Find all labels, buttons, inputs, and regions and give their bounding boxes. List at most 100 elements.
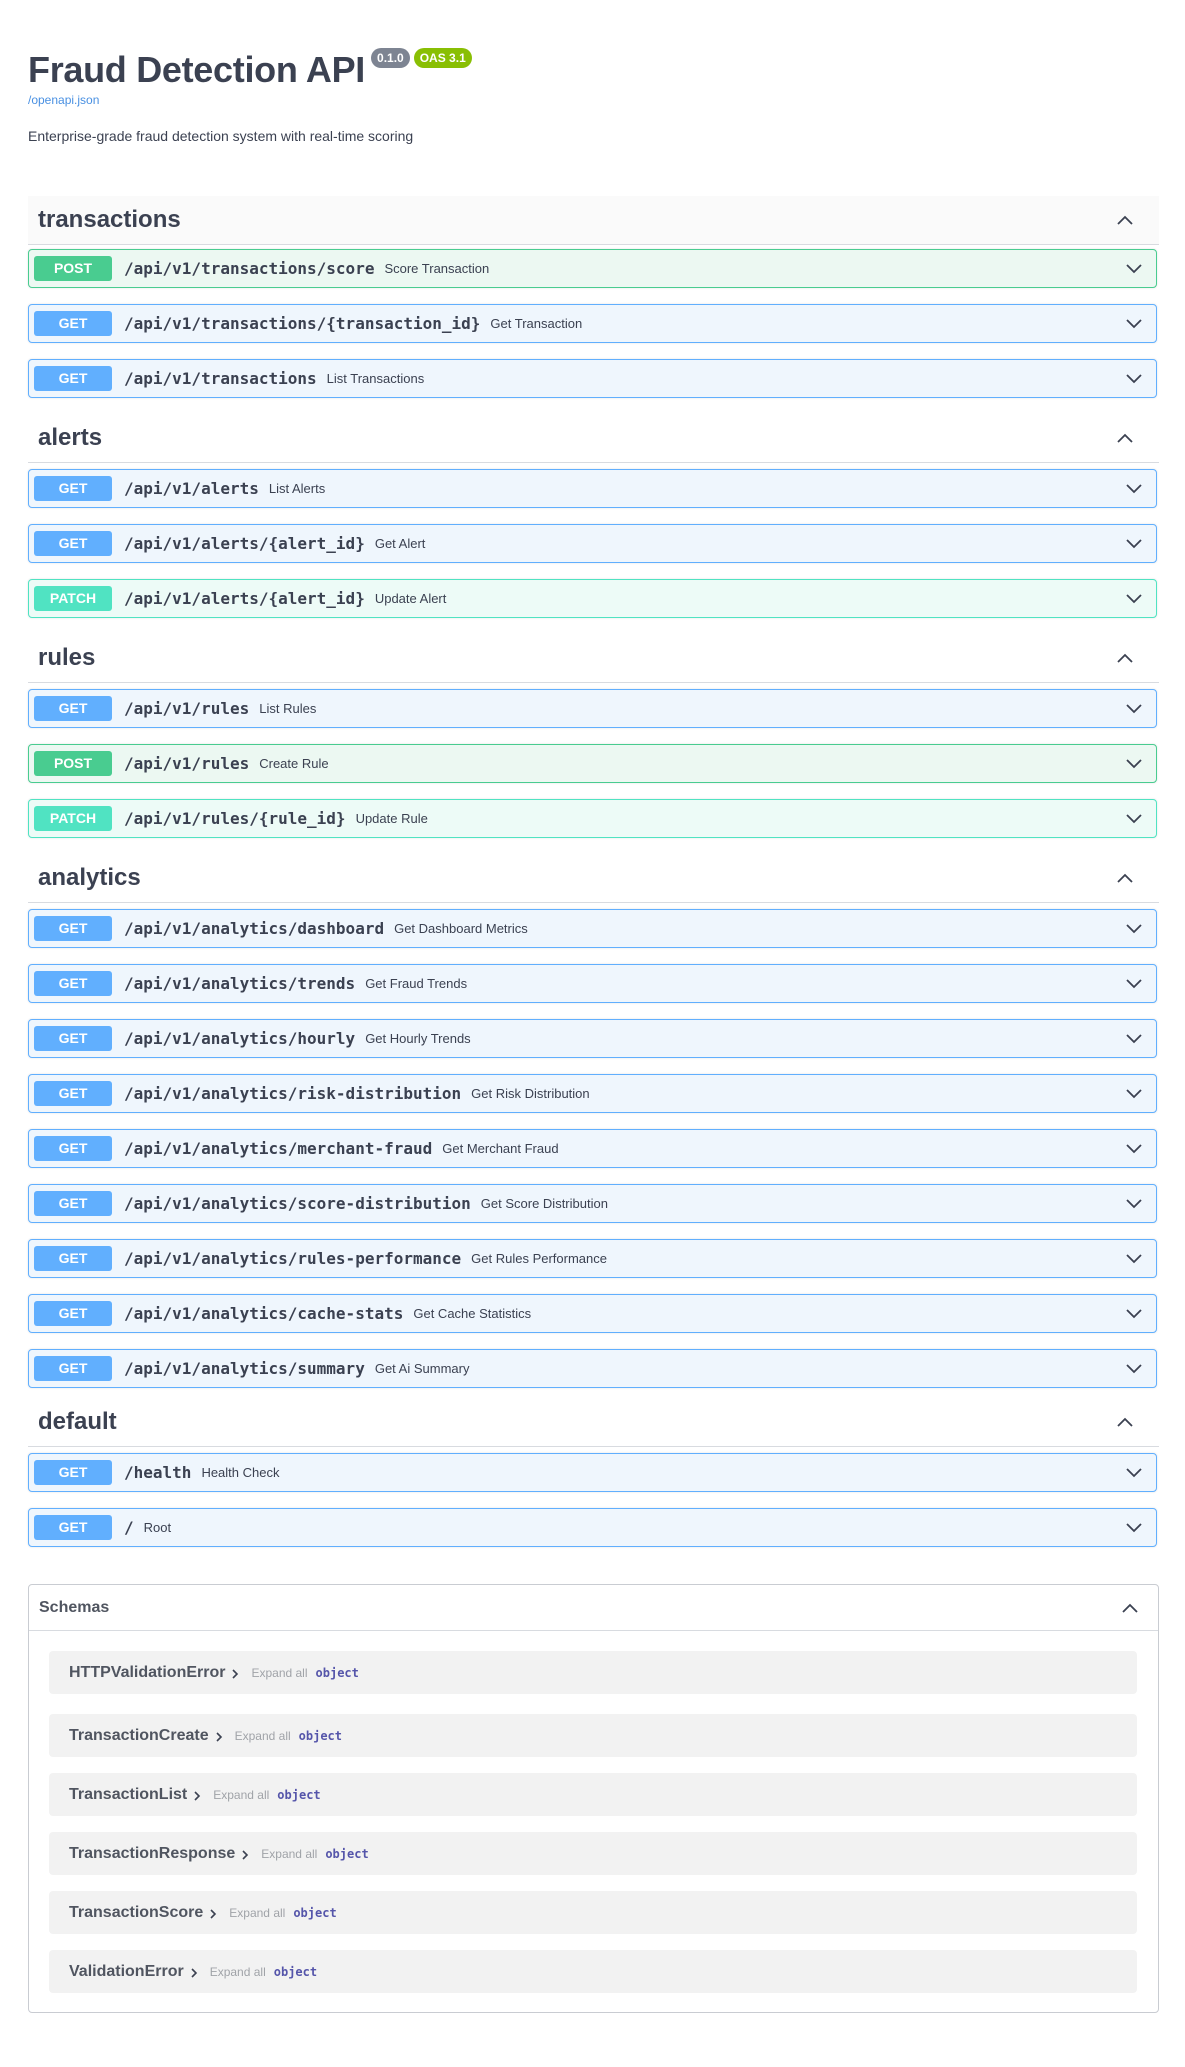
schema-model[interactable]: HTTPValidationError Expand all object bbox=[49, 1651, 1137, 1694]
operation-get-cache-statistics[interactable]: GET /api/v1/analytics/cache-stats Get Ca… bbox=[28, 1294, 1157, 1333]
method-badge: PATCH bbox=[34, 586, 112, 611]
operation-get-hourly-trends[interactable]: GET /api/v1/analytics/hourly Get Hourly … bbox=[28, 1019, 1157, 1058]
tag-default[interactable]: default bbox=[28, 1398, 1159, 1447]
schema-type: object bbox=[298, 1728, 343, 1743]
schema-model[interactable]: TransactionCreate Expand all object bbox=[49, 1714, 1137, 1757]
operation-health-check[interactable]: GET /health Health Check bbox=[28, 1453, 1157, 1492]
chevron-down-icon[interactable] bbox=[1124, 589, 1144, 609]
operation-path: /api/v1/analytics/rules-performance bbox=[124, 1249, 462, 1268]
schema-name: TransactionCreate bbox=[69, 1726, 209, 1744]
tag-name: default bbox=[38, 1408, 117, 1435]
operation-get-dashboard-metrics[interactable]: GET /api/v1/analytics/dashboard Get Dash… bbox=[28, 909, 1157, 948]
operation-update-rule[interactable]: PATCH /api/v1/rules/{rule_id} Update Rul… bbox=[28, 799, 1157, 838]
chevron-down-icon[interactable] bbox=[1124, 699, 1144, 719]
schema-type: object bbox=[273, 1964, 318, 1979]
chevron-down-icon[interactable] bbox=[1124, 369, 1144, 389]
chevron-down-icon[interactable] bbox=[1124, 1304, 1144, 1324]
chevron-down-icon[interactable] bbox=[1124, 809, 1144, 829]
chevron-up-icon bbox=[1117, 653, 1133, 663]
tag-name: alerts bbox=[38, 424, 103, 451]
version-badge: 0.1.0 bbox=[371, 48, 410, 68]
method-badge: GET bbox=[34, 1136, 112, 1161]
operation-create-rule[interactable]: POST /api/v1/rules Create Rule bbox=[28, 744, 1157, 783]
method-badge: GET bbox=[34, 531, 112, 556]
operation-summary: Health Check bbox=[201, 1465, 280, 1480]
operation-summary: Get Score Distribution bbox=[480, 1196, 608, 1211]
chevron-down-icon[interactable] bbox=[1124, 1194, 1144, 1214]
operation-get-merchant-fraud[interactable]: GET /api/v1/analytics/merchant-fraud Get… bbox=[28, 1129, 1157, 1168]
chevron-up-icon bbox=[1117, 873, 1133, 883]
operation-summary: Get Merchant Fraud bbox=[442, 1141, 559, 1156]
operation-summary: Get Transaction bbox=[490, 316, 583, 331]
schema-model[interactable]: ValidationError Expand all object bbox=[49, 1950, 1137, 1993]
tag-transactions[interactable]: transactions bbox=[28, 196, 1159, 245]
method-badge: GET bbox=[34, 1081, 112, 1106]
chevron-down-icon[interactable] bbox=[1124, 1463, 1144, 1483]
schema-model[interactable]: TransactionScore Expand all object bbox=[49, 1891, 1137, 1934]
operation-get-fraud-trends[interactable]: GET /api/v1/analytics/trends Get Fraud T… bbox=[28, 964, 1157, 1003]
chevron-down-icon[interactable] bbox=[1124, 919, 1144, 939]
method-badge: POST bbox=[34, 751, 112, 776]
chevron-down-icon[interactable] bbox=[1124, 314, 1144, 334]
chevron-down-icon[interactable] bbox=[1124, 1359, 1144, 1379]
expand-all-button[interactable]: Expand all bbox=[210, 1965, 266, 1979]
expand-all-button[interactable]: Expand all bbox=[235, 1729, 291, 1743]
schema-type: object bbox=[315, 1665, 359, 1680]
schemas-header[interactable]: Schemas bbox=[29, 1585, 1158, 1631]
expand-all-button[interactable]: Expand all bbox=[251, 1666, 307, 1680]
expand-all-button[interactable]: Expand all bbox=[229, 1906, 285, 1920]
operation-summary: Get Cache Statistics bbox=[413, 1306, 532, 1321]
expand-all-button[interactable]: Expand all bbox=[213, 1788, 269, 1802]
openapi-json-link[interactable]: /openapi.json bbox=[28, 93, 99, 107]
operation-get-alert[interactable]: GET /api/v1/alerts/{alert_id} Get Alert bbox=[28, 524, 1157, 563]
method-badge: GET bbox=[34, 1246, 112, 1271]
method-badge: GET bbox=[34, 311, 112, 336]
operation-list-alerts[interactable]: GET /api/v1/alerts List Alerts bbox=[28, 469, 1157, 508]
chevron-up-icon bbox=[1117, 1417, 1133, 1427]
operation-root[interactable]: GET / Root bbox=[28, 1508, 1157, 1547]
operation-list-rules[interactable]: GET /api/v1/rules List Rules bbox=[28, 689, 1157, 728]
operation-path: /api/v1/analytics/hourly bbox=[124, 1029, 356, 1048]
tag-rules[interactable]: rules bbox=[28, 634, 1159, 683]
schema-model[interactable]: TransactionList Expand all object bbox=[49, 1773, 1137, 1816]
operation-path: /api/v1/alerts/{alert_id} bbox=[124, 534, 365, 553]
operation-score-transaction[interactable]: POST /api/v1/transactions/score Score Tr… bbox=[28, 249, 1157, 288]
chevron-right-icon[interactable] bbox=[229, 1668, 241, 1680]
expand-all-button[interactable]: Expand all bbox=[261, 1847, 317, 1861]
chevron-down-icon[interactable] bbox=[1124, 754, 1144, 774]
operation-path: / bbox=[124, 1518, 134, 1537]
chevron-right-icon[interactable] bbox=[191, 1790, 203, 1802]
operation-update-alert[interactable]: PATCH /api/v1/alerts/{alert_id} Update A… bbox=[28, 579, 1157, 618]
operation-get-score-distribution[interactable]: GET /api/v1/analytics/score-distribution… bbox=[28, 1184, 1157, 1223]
operation-get-transaction[interactable]: GET /api/v1/transactions/{transaction_id… bbox=[28, 304, 1157, 343]
schema-model[interactable]: TransactionResponse Expand all object bbox=[49, 1832, 1137, 1875]
operation-summary: Get Ai Summary bbox=[374, 1361, 470, 1376]
schema-type: object bbox=[277, 1787, 321, 1802]
chevron-down-icon[interactable] bbox=[1124, 1518, 1144, 1538]
operation-path: /api/v1/rules bbox=[124, 699, 250, 718]
chevron-down-icon[interactable] bbox=[1124, 1249, 1144, 1269]
operation-path: /api/v1/transactions/{transaction_id} bbox=[124, 314, 481, 333]
operation-list-transactions[interactable]: GET /api/v1/transactions List Transactio… bbox=[28, 359, 1157, 398]
chevron-down-icon[interactable] bbox=[1124, 1139, 1144, 1159]
schema-type: object bbox=[325, 1846, 369, 1861]
method-badge: GET bbox=[34, 366, 112, 391]
chevron-right-icon[interactable] bbox=[213, 1731, 225, 1743]
chevron-right-icon[interactable] bbox=[207, 1908, 219, 1920]
operation-path: /api/v1/analytics/trends bbox=[124, 974, 356, 993]
chevron-down-icon[interactable] bbox=[1124, 1084, 1144, 1104]
chevron-down-icon[interactable] bbox=[1124, 479, 1144, 499]
method-badge: GET bbox=[34, 916, 112, 941]
operation-get-ai-summary[interactable]: GET /api/v1/analytics/summary Get Ai Sum… bbox=[28, 1349, 1157, 1388]
chevron-right-icon[interactable] bbox=[239, 1849, 251, 1861]
operation-get-rules-performance[interactable]: GET /api/v1/analytics/rules-performance … bbox=[28, 1239, 1157, 1278]
operation-get-risk-distribution[interactable]: GET /api/v1/analytics/risk-distribution … bbox=[28, 1074, 1157, 1113]
chevron-down-icon[interactable] bbox=[1124, 1029, 1144, 1049]
tag-alerts[interactable]: alerts bbox=[28, 414, 1159, 463]
schema-name: HTTPValidationError bbox=[69, 1663, 226, 1681]
chevron-down-icon[interactable] bbox=[1124, 534, 1144, 554]
chevron-down-icon[interactable] bbox=[1124, 974, 1144, 994]
tag-analytics[interactable]: analytics bbox=[28, 854, 1159, 903]
chevron-down-icon[interactable] bbox=[1124, 259, 1144, 279]
chevron-right-icon[interactable] bbox=[188, 1967, 200, 1979]
